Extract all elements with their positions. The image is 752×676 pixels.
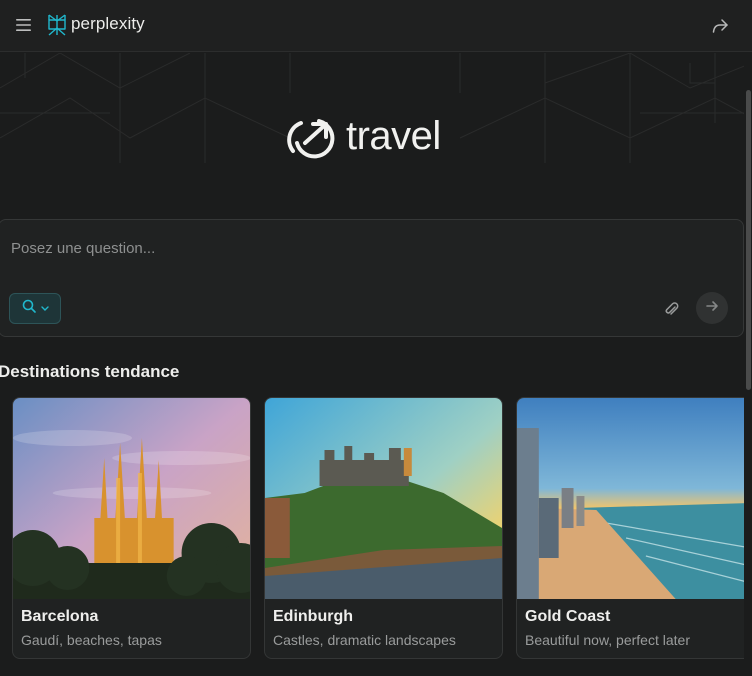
paperclip-icon[interactable]: [662, 300, 680, 318]
top-bar: perplexity: [0, 0, 752, 52]
scrollbar-thumb[interactable]: [746, 90, 751, 390]
card-title: Edinburgh: [273, 608, 353, 625]
card-description: Castles, dramatic landscapes: [273, 632, 456, 648]
search-icon: [21, 298, 37, 319]
hamburger-menu-icon[interactable]: [14, 15, 34, 35]
ask-box: [0, 219, 744, 337]
app: perplexity travel Posez une question... …: [0, 0, 752, 676]
destination-card-barcelona[interactable]: Barcelona Gaudí, beaches, tapas: [12, 397, 251, 659]
arrow-right-icon: [704, 298, 720, 319]
brand-name[interactable]: perplexity: [71, 14, 145, 34]
card-title: Barcelona: [21, 608, 99, 625]
card-description: Gaudí, beaches, tapas: [21, 632, 162, 648]
card-title: Gold Coast: [525, 608, 611, 625]
focus-selector-button[interactable]: [9, 293, 61, 324]
section-title-trending: Destinations tendance: [0, 362, 180, 381]
hero-title: travel: [346, 114, 441, 158]
destination-card-edinburgh[interactable]: Edinburgh Castles, dramatic landscapes: [264, 397, 503, 659]
edinburgh-photo: [265, 398, 502, 599]
card-description: Beautiful now, perfect later: [525, 632, 690, 648]
hero-banner: travel: [0, 53, 752, 163]
destination-card-gold-coast[interactable]: Gold Coast Beautiful now, perfect later: [516, 397, 752, 659]
gold-coast-photo: [517, 398, 751, 599]
barcelona-photo: [13, 398, 250, 599]
ask-input[interactable]: [11, 234, 711, 262]
perplexity-logo-icon[interactable]: [47, 13, 67, 37]
travel-arrow-circle-icon: [287, 113, 337, 159]
chevron-down-icon: [40, 300, 50, 318]
submit-button[interactable]: [696, 292, 728, 324]
share-arrow-icon[interactable]: [709, 15, 731, 37]
